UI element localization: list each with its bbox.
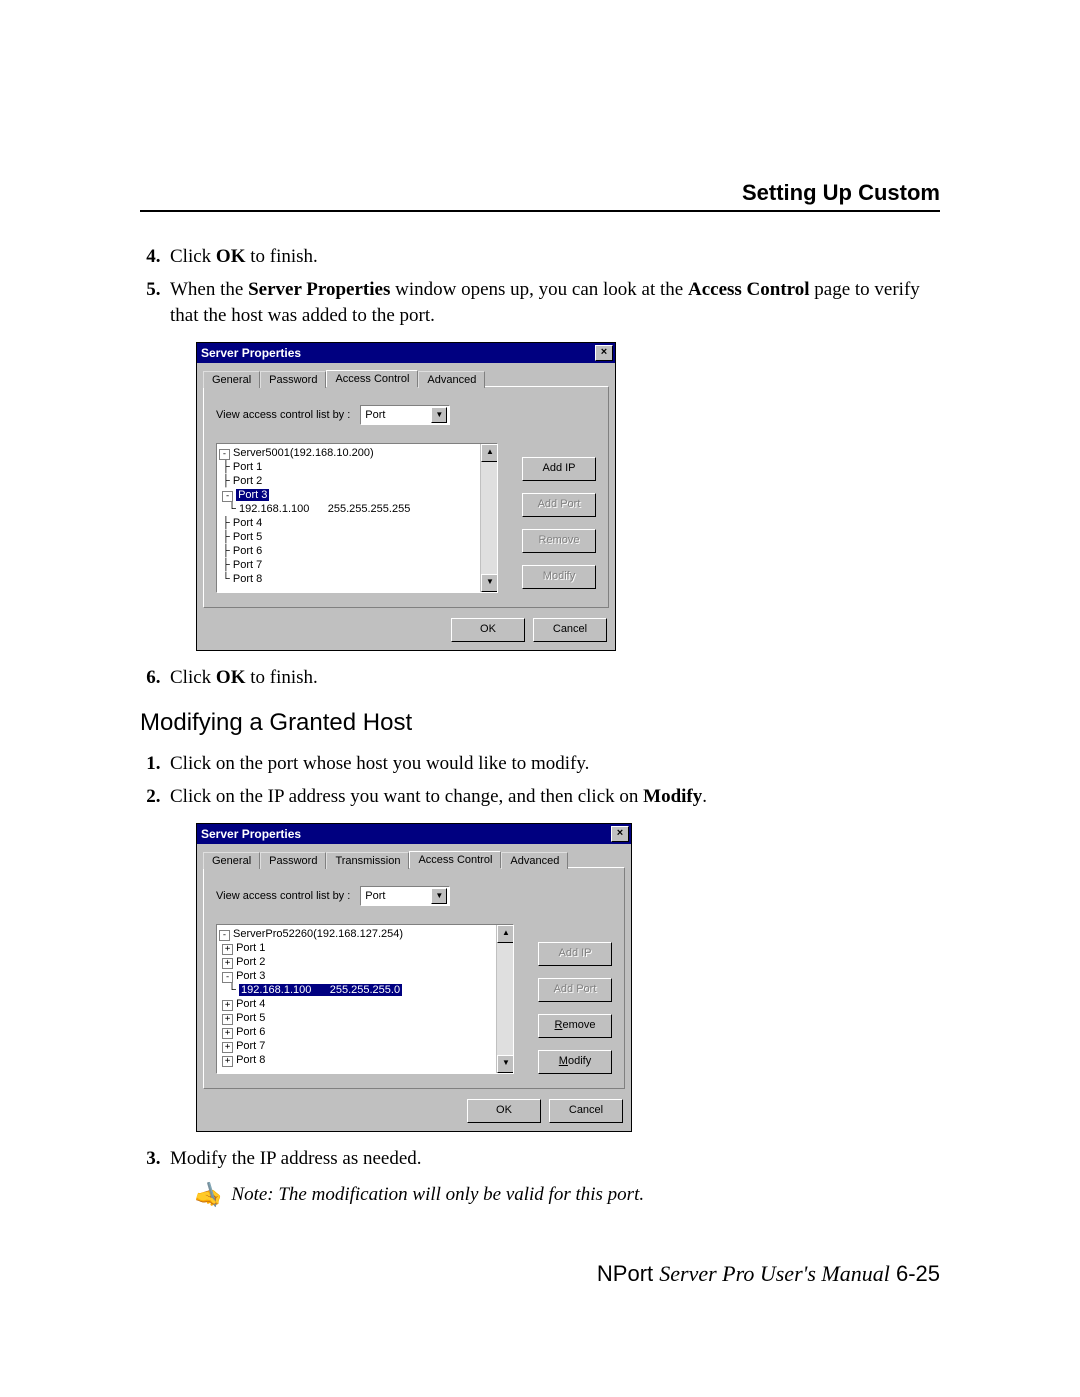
tree-port[interactable]: Port 2 (236, 956, 265, 968)
step-d3: Modify the IP address as needed. (170, 1146, 940, 1173)
cancel-button[interactable]: Cancel (533, 618, 607, 642)
tab-advanced[interactable]: Advanced (418, 371, 485, 388)
tree-port[interactable]: Port 7 (233, 559, 262, 571)
scroll-down-icon[interactable]: ▼ (481, 574, 498, 592)
note-text: Note: The modification will only be vali… (231, 1184, 644, 1206)
tab-strip: General Password Access Control Advanced (197, 363, 615, 386)
add-ip-button: Add IP (538, 942, 612, 966)
ok-button[interactable]: OK (451, 618, 525, 642)
view-label: View access control list by : (216, 409, 350, 421)
chevron-down-icon[interactable]: ▼ (431, 888, 447, 904)
tree-port[interactable]: Port 7 (236, 1040, 265, 1052)
cancel-button[interactable]: Cancel (549, 1099, 623, 1123)
steps-list-a: Click OK to finish. When the Server Prop… (170, 244, 940, 330)
tree-mask: 255.255.255.0 (330, 984, 400, 996)
modify-button: Modify (522, 565, 596, 589)
page-footer: NPort Server Pro User's Manual 6-25 (597, 1261, 940, 1287)
tree-mask: 255.255.255.255 (328, 503, 411, 515)
tree-port[interactable]: Port 5 (236, 1012, 265, 1024)
tree-port[interactable]: Port 8 (233, 573, 262, 585)
access-list-tree[interactable]: -ServerPro52260(192.168.127.254) +Port 1… (216, 924, 514, 1074)
step-c2: Click on the IP address you want to chan… (170, 784, 940, 811)
tree-port[interactable]: Port 8 (236, 1054, 265, 1066)
manual-page: Setting Up Custom Click OK to finish. Wh… (0, 0, 1080, 1397)
tab-password[interactable]: Password (260, 371, 326, 388)
tree-port[interactable]: Port 4 (236, 998, 265, 1010)
section-header: Setting Up Custom (140, 180, 940, 206)
tab-panel: View access control list by : Port ▼ -Se… (203, 386, 609, 608)
step-5: When the Server Properties window opens … (170, 277, 940, 330)
tree-ip-selected[interactable]: 192.168.1.100 (241, 984, 311, 996)
view-by-select[interactable]: Port ▼ (360, 405, 450, 425)
tab-access-control[interactable]: Access Control (409, 851, 501, 868)
tree-port[interactable]: Port 6 (233, 545, 262, 557)
steps-list-b: Click OK to finish. (170, 665, 940, 692)
close-icon[interactable]: × (595, 345, 613, 361)
tab-access-control[interactable]: Access Control (326, 370, 418, 387)
step-6: Click OK to finish. (170, 665, 940, 692)
tree-port[interactable]: Port 4 (233, 517, 262, 529)
scroll-down-icon[interactable]: ▼ (497, 1055, 514, 1073)
tree-port-selected[interactable]: Port 3 (236, 489, 269, 501)
view-by-select[interactable]: Port ▼ (360, 886, 450, 906)
add-port-button: Add Port (522, 493, 596, 517)
server-properties-dialog-1: Server Properties × General Password Acc… (196, 342, 616, 651)
step-4: Click OK to finish. (170, 244, 940, 271)
tree-port[interactable]: Port 2 (233, 475, 262, 487)
tree-port[interactable]: Port 1 (233, 461, 262, 473)
tab-general[interactable]: General (203, 371, 260, 388)
write-icon: ✍ (193, 1180, 226, 1210)
scroll-up-icon[interactable]: ▲ (497, 925, 514, 943)
combo-value: Port (365, 409, 385, 421)
tree-port[interactable]: Port 3 (236, 970, 265, 982)
server-properties-dialog-2: Server Properties × General Password Tra… (196, 823, 632, 1132)
tab-advanced[interactable]: Advanced (501, 852, 568, 869)
section-title: Modifying a Granted Host (140, 709, 940, 737)
steps-list-d: Modify the IP address as needed. (170, 1146, 940, 1173)
add-port-button: Add Port (538, 978, 612, 1002)
step-c1: Click on the port whose host you would l… (170, 751, 940, 778)
dialog-title: Server Properties (201, 827, 301, 841)
tab-general[interactable]: General (203, 852, 260, 869)
remove-button: Remove (522, 529, 596, 553)
combo-value: Port (365, 890, 385, 902)
steps-list-c: Click on the port whose host you would l… (170, 751, 940, 810)
scroll-up-icon[interactable]: ▲ (481, 444, 498, 462)
tab-password[interactable]: Password (260, 852, 326, 869)
modify-button[interactable]: Modify (538, 1050, 612, 1074)
chevron-down-icon[interactable]: ▼ (431, 407, 447, 423)
remove-button[interactable]: Remove (538, 1014, 612, 1038)
tree-port[interactable]: Port 5 (233, 531, 262, 543)
dialog-titlebar[interactable]: Server Properties × (197, 824, 631, 844)
tree-ip[interactable]: 192.168.1.100 (239, 503, 309, 515)
close-icon[interactable]: × (611, 826, 629, 842)
ok-button[interactable]: OK (467, 1099, 541, 1123)
tree-port[interactable]: Port 6 (236, 1026, 265, 1038)
tree-root[interactable]: ServerPro52260(192.168.127.254) (233, 928, 403, 940)
tab-transmission[interactable]: Transmission (326, 852, 409, 869)
add-ip-button[interactable]: Add IP (522, 457, 596, 481)
note: ✍ Note: The modification will only be va… (196, 1184, 940, 1206)
view-label: View access control list by : (216, 890, 350, 902)
scrollbar[interactable]: ▲ ▼ (480, 444, 497, 592)
header-rule (140, 210, 940, 212)
dialog-title: Server Properties (201, 346, 301, 360)
tree-root[interactable]: Server5001(192.168.10.200) (233, 447, 374, 459)
access-list-tree[interactable]: -Server5001(192.168.10.200) ├ Port 1 ├ P… (216, 443, 498, 593)
scrollbar[interactable]: ▲ ▼ (496, 925, 513, 1073)
dialog-titlebar[interactable]: Server Properties × (197, 343, 615, 363)
tree-port[interactable]: Port 1 (236, 942, 265, 954)
tab-panel: View access control list by : Port ▼ -Se… (203, 867, 625, 1089)
tab-strip: General Password Transmission Access Con… (197, 844, 631, 867)
